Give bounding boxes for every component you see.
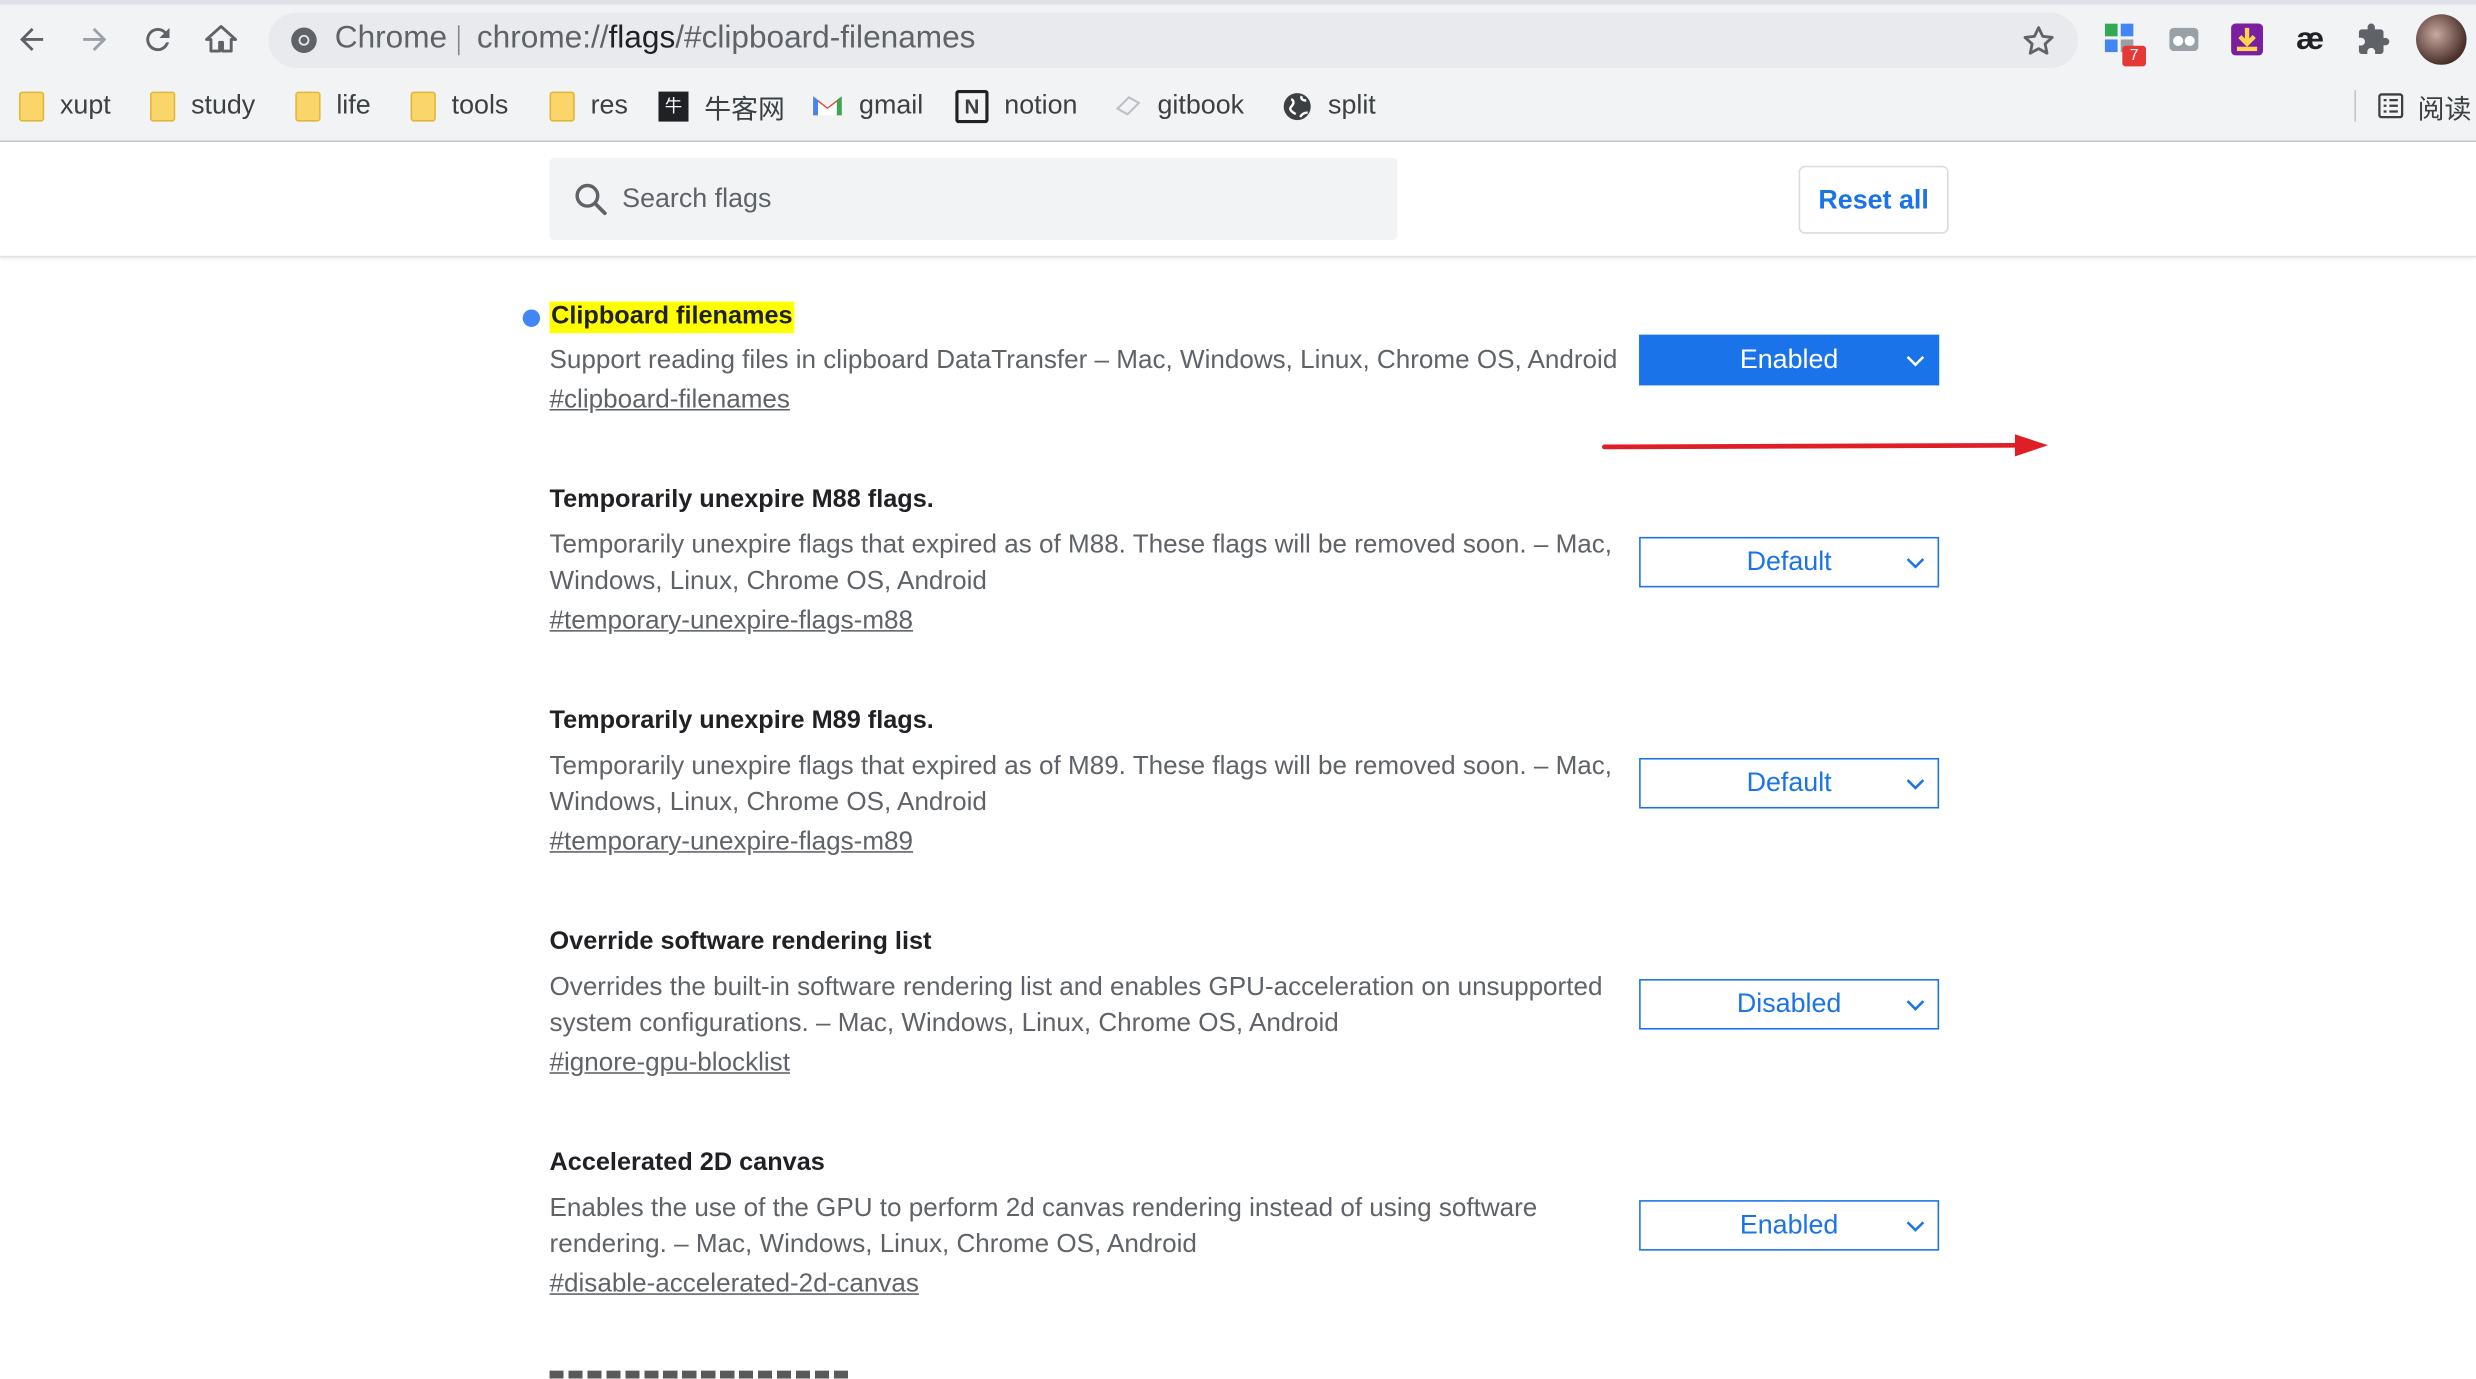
bookmark-label: gmail: [859, 90, 924, 121]
tab-strip-edge: [0, 0, 2476, 5]
chrome-icon: [291, 27, 317, 54]
home-icon: [205, 25, 237, 53]
arrow-right-icon: [83, 27, 107, 52]
experiment-state-select[interactable]: Enabled: [1639, 334, 1940, 386]
experiment-title: Accelerated 2D canvas: [549, 1149, 825, 1177]
experiment-permalink[interactable]: #ignore-gpu-blocklist: [550, 1049, 790, 1079]
bookmark-label: 牛客网: [704, 93, 785, 124]
bookmark-label: gitbook: [1157, 90, 1245, 121]
notion-icon: N: [955, 89, 989, 123]
extension-reader-button[interactable]: [2163, 19, 2204, 60]
experiment-description: Temporarily unexpire flags that expired …: [549, 751, 1613, 817]
home-button[interactable]: [196, 14, 247, 65]
annotation-arrow: [1601, 434, 2049, 457]
arrow-left-icon: [20, 27, 44, 52]
experiment-description: Temporarily unexpire flags that expired …: [549, 530, 1613, 596]
modified-indicator-dot: [522, 309, 541, 327]
reload-icon: [146, 27, 170, 52]
gmail-icon: [813, 96, 842, 116]
experiment-permalink[interactable]: #disable-accelerated-2d-canvas: [550, 1270, 919, 1300]
extensions-menu-button[interactable]: [2353, 19, 2394, 60]
download-icon: [2231, 23, 2263, 56]
chevron-down-icon: [1906, 355, 1925, 367]
select-value: Default: [1746, 767, 1832, 798]
experiment-title: Override software rendering list: [549, 928, 932, 956]
back-button[interactable]: [6, 14, 57, 65]
chevron-down-icon: [1906, 558, 1925, 569]
profile-avatar[interactable]: [2416, 14, 2467, 65]
experiment-title: Temporarily unexpire M89 flags.: [549, 707, 934, 735]
globe-icon: [1283, 92, 1311, 120]
experiment-title: Clipboard filenames: [549, 301, 795, 334]
experiment-permalink[interactable]: #temporary-unexpire-flags-m88: [550, 606, 913, 636]
bookmark-nowcoder[interactable]: 牛牛客网: [658, 87, 785, 125]
url-host: flags: [608, 20, 676, 56]
search-box[interactable]: [549, 157, 1398, 241]
bookmark-study[interactable]: study: [150, 87, 255, 125]
folder-icon: [549, 90, 575, 121]
select-value: Enabled: [1739, 344, 1839, 375]
bookmark-label: xupt: [60, 90, 111, 121]
experiment-state-select[interactable]: Default: [1639, 536, 1940, 588]
omnibox-divider: [457, 25, 460, 56]
bookmark-label: res: [590, 90, 628, 121]
bookmark-label: life: [336, 90, 371, 121]
folder-icon: [410, 90, 436, 121]
select-value: Default: [1746, 546, 1832, 577]
experiment-state-select[interactable]: Disabled: [1639, 979, 1940, 1030]
extension-badge-count: 7: [2122, 45, 2146, 67]
url-prefix: chrome://: [476, 20, 609, 56]
bookmark-gitbook[interactable]: gitbook: [1113, 87, 1244, 125]
bookmark-label: notion: [1004, 90, 1078, 121]
bookmarks-divider: [2354, 90, 2357, 122]
bookmark-split[interactable]: split: [1282, 87, 1376, 125]
reading-list-icon: [2378, 93, 2404, 119]
bookmark-label: tools: [451, 90, 509, 121]
bookmark-life[interactable]: life: [295, 87, 371, 125]
reading-list-label: 阅读: [2417, 93, 2472, 124]
chevron-down-icon: [1906, 1000, 1925, 1011]
experiment-description: Overrides the built-in software renderin…: [549, 972, 1603, 1038]
bookmark-star-icon[interactable]: [2020, 22, 2058, 60]
experiment-state-select[interactable]: Default: [1639, 757, 1940, 809]
gitbook-icon: [1115, 95, 1141, 116]
experiment-description: Support reading files in clipboard DataT…: [549, 345, 1618, 375]
folder-icon: [295, 90, 321, 121]
puzzle-icon: [2358, 23, 2390, 54]
select-value: Disabled: [1736, 988, 1842, 1019]
reading-list-button[interactable]: 阅读: [2377, 87, 2472, 125]
bookmark-res[interactable]: res: [549, 87, 628, 125]
glasses-icon: [2169, 27, 2199, 52]
search-input[interactable]: [622, 157, 1381, 241]
reload-button[interactable]: [133, 14, 184, 65]
forward-button[interactable]: [69, 14, 120, 65]
ae-icon: æ: [2296, 21, 2325, 57]
reset-all-button[interactable]: Reset all: [1798, 165, 1949, 234]
extension-download-button[interactable]: [2227, 19, 2268, 60]
next-experiment-title-clipped: [549, 1368, 866, 1379]
bookmark-notion[interactable]: Nnotion: [955, 87, 1077, 125]
chevron-down-icon: [1906, 779, 1925, 790]
omnibox-url[interactable]: chrome://flags/#clipboard-filenames: [477, 21, 976, 57]
bookmark-tools[interactable]: tools: [410, 87, 509, 125]
chevron-down-icon: [1906, 1221, 1925, 1232]
experiment-permalink[interactable]: #clipboard-filenames: [550, 385, 790, 415]
bookmark-label: split: [1328, 90, 1376, 121]
bookmark-label: study: [191, 90, 256, 121]
extension-ae-button[interactable]: æ: [2290, 19, 2331, 60]
omnibox-scheme-label: Chrome: [334, 20, 448, 56]
bookmark-xupt[interactable]: xupt: [18, 87, 111, 125]
folder-icon: [150, 90, 176, 121]
url-path: /#clipboard-filenames: [675, 20, 976, 56]
search-icon: [575, 183, 607, 216]
experiment-state-select[interactable]: Enabled: [1639, 1200, 1940, 1251]
experiment-permalink[interactable]: #temporary-unexpire-flags-m89: [550, 827, 913, 857]
bookmark-gmail[interactable]: gmail: [812, 87, 924, 125]
nowcoder-icon: 牛: [658, 90, 689, 121]
select-value: Enabled: [1739, 1209, 1839, 1240]
experiment-description: Enables the use of the GPU to perform 2d…: [549, 1193, 1538, 1259]
folder-icon: [18, 90, 45, 121]
experiment-title: Temporarily unexpire M88 flags.: [549, 486, 934, 514]
